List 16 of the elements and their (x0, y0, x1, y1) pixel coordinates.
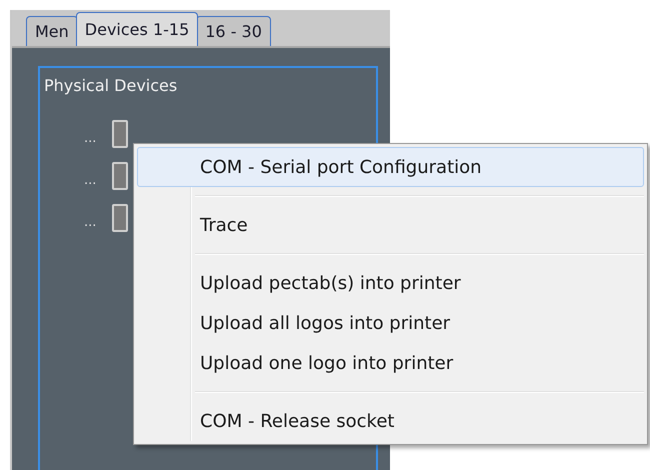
menu-item[interactable]: Upload one logo into printer (137, 343, 644, 383)
menu-item[interactable]: Upload all logos into printer (137, 303, 644, 343)
tab[interactable]: Men (26, 16, 78, 46)
menu-item[interactable]: Upload pectab(s) into printer (137, 263, 644, 303)
device-button[interactable] (112, 204, 128, 232)
tab[interactable]: 16 - 30 (196, 16, 271, 46)
device-label: ... (84, 130, 96, 148)
tab[interactable]: Devices 1-15 (76, 12, 198, 46)
device-label: ... (84, 172, 96, 190)
device-label: ... (84, 214, 96, 232)
menu-item[interactable]: Trace (137, 205, 644, 245)
group-title: Physical Devices (44, 75, 178, 97)
device-button[interactable] (112, 162, 128, 190)
menu-item[interactable]: COM - Serial port Configuration (137, 147, 644, 187)
menu-item[interactable]: COM - Release socket (137, 401, 644, 441)
device-button[interactable] (112, 120, 128, 148)
